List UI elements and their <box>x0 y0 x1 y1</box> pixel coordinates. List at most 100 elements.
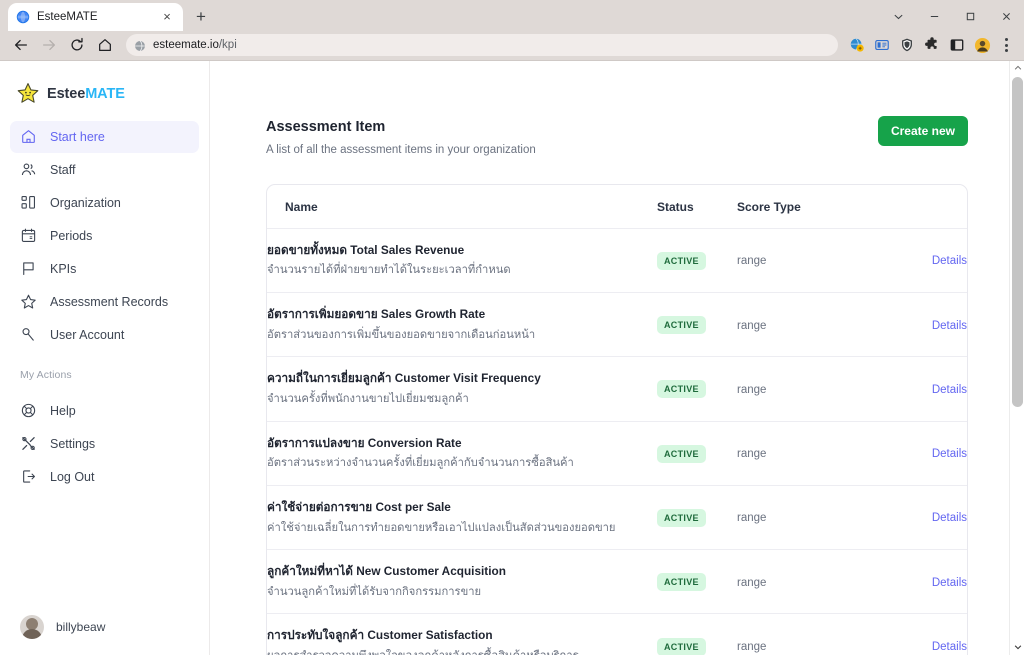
url-path: /kpi <box>218 39 237 52</box>
profile-avatar-icon[interactable] <box>971 34 993 56</box>
tools-icon <box>20 435 37 452</box>
cell-status: ACTIVE <box>657 614 737 655</box>
page-scrollbar[interactable] <box>1009 60 1024 655</box>
score-type-value: range <box>737 383 767 396</box>
forward-arrow-icon[interactable] <box>36 32 62 58</box>
home-icon[interactable] <box>92 32 118 58</box>
kebab-menu-icon[interactable] <box>996 34 1016 56</box>
sidebar-item-user-account[interactable]: User Account <box>10 319 199 351</box>
page-title: Assessment Item <box>266 118 386 135</box>
cell-status: ACTIVE <box>657 549 737 615</box>
cell-status: ACTIVE <box>657 421 737 486</box>
details-link[interactable]: Details <box>932 320 967 332</box>
browser-tab[interactable]: EsteeMATE × <box>8 2 183 31</box>
avatar <box>20 614 44 639</box>
status-badge: ACTIVE <box>657 316 706 335</box>
scrollbar-thumb[interactable] <box>1012 76 1023 407</box>
table-head: Name Status Score Type <box>267 184 967 229</box>
cell-actions: Details <box>857 485 967 551</box>
close-icon[interactable] <box>988 0 1024 32</box>
flag-icon <box>20 260 37 277</box>
column-header-status: Status <box>657 184 737 229</box>
sidebar-user[interactable]: billybeaw <box>0 611 209 655</box>
tab-close-icon[interactable]: × <box>159 9 175 25</box>
cell-actions: Details <box>857 356 967 422</box>
chevron-down-icon[interactable] <box>880 0 916 32</box>
back-arrow-icon[interactable] <box>8 32 34 58</box>
sidebar-item-help[interactable]: Help <box>10 395 199 427</box>
sidebar-item-organization[interactable]: Organization <box>10 187 199 219</box>
sidebar-item-start-here[interactable]: Start here <box>10 120 199 153</box>
item-description: จำนวนลูกค้าใหม่ที่ได้รับจากกิจกรรมการขาย <box>267 585 482 598</box>
puzzle-extension-icon[interactable] <box>921 34 943 56</box>
url-host: esteemate.io <box>153 39 219 52</box>
table-row[interactable]: อัตราการเพิ่มยอดขาย Sales Growth Rate อั… <box>267 292 967 358</box>
cell-name: ค่าใช้จ่ายต่อการขาย Cost per Sale ค่าใช้… <box>267 485 657 551</box>
table-row[interactable]: ค่าใช้จ่ายต่อการขาย Cost per Sale ค่าใช้… <box>267 485 967 551</box>
status-badge: ACTIVE <box>657 573 706 592</box>
calendar-icon <box>20 227 37 244</box>
details-link[interactable]: Details <box>932 577 967 589</box>
score-type-value: range <box>737 319 767 332</box>
brand-logo[interactable]: EsteeMATE <box>0 61 209 113</box>
cell-actions: Details <box>857 421 967 486</box>
column-header-actions <box>857 184 967 229</box>
details-link[interactable]: Details <box>932 384 967 396</box>
create-new-button[interactable]: Create new <box>877 115 968 146</box>
shield-icon[interactable] <box>896 34 918 56</box>
window-controls <box>880 0 1024 32</box>
reload-icon[interactable] <box>64 32 90 58</box>
sidebar-item-staff[interactable]: Staff <box>10 154 199 186</box>
details-link[interactable]: Details <box>932 512 967 524</box>
globe-icon <box>134 39 146 52</box>
table-row[interactable]: ลูกค้าใหม่ที่หาได้ New Customer Acquisit… <box>267 549 967 615</box>
item-title: อัตราการแปลงขาย Conversion Rate <box>267 435 462 450</box>
sidebar-item-periods[interactable]: Periods <box>10 220 199 252</box>
side-panel-icon[interactable] <box>946 34 968 56</box>
sidebar-item-kpis[interactable]: KPIs <box>10 253 199 285</box>
details-link[interactable]: Details <box>932 448 967 460</box>
table-row[interactable]: ยอดขายทั้งหมด Total Sales Revenue จำนวนร… <box>267 228 967 293</box>
cell-score-type: range <box>737 421 857 486</box>
table-row[interactable]: การประทับใจลูกค้า Customer Satisfaction … <box>267 614 967 655</box>
maximize-icon[interactable] <box>952 0 988 32</box>
translate-icon[interactable] <box>846 34 868 56</box>
table-header-row: Name Status Score Type <box>267 184 967 229</box>
details-link[interactable]: Details <box>932 255 967 267</box>
column-header-score-type: Score Type <box>737 184 857 229</box>
scroll-down-arrow-icon[interactable] <box>1010 640 1024 655</box>
status-badge: ACTIVE <box>657 508 706 527</box>
cell-status: ACTIVE <box>657 485 737 551</box>
item-description: ค่าใช้จ่ายเฉลี่ยในการทำยอดขายหรือเอาไปแป… <box>267 521 616 534</box>
table-row[interactable]: อัตราการแปลงขาย Conversion Rate อัตราส่ว… <box>267 421 967 486</box>
username-label: billybeaw <box>56 619 106 634</box>
sidebar-item-log-out[interactable]: Log Out <box>10 461 199 493</box>
reading-mode-icon[interactable] <box>871 34 893 56</box>
sidebar-item-label: Periods <box>50 228 93 243</box>
sidebar-item-label: KPIs <box>50 261 77 276</box>
extension-icons <box>846 34 1016 56</box>
app-sidebar: EsteeMATE Start here Staff Organization … <box>0 60 210 655</box>
score-type-value: range <box>737 512 767 525</box>
new-tab-button[interactable]: + <box>187 3 215 31</box>
item-description: ผลการสำรวจความพึงพอใจของลูกค้าหลังการซื้… <box>267 649 657 655</box>
address-bar[interactable]: esteemate.io/kpi <box>126 34 838 57</box>
table-row[interactable]: ความถี่ในการเยี่ยมลูกค้า Customer Visit … <box>267 356 967 422</box>
sidebar-item-label: Assessment Records <box>50 294 169 309</box>
cell-actions: Details <box>857 614 967 655</box>
assessment-items-table: Name Status Score Type ยอดขายทั้งหมด Tot… <box>267 184 967 655</box>
scroll-up-arrow-icon[interactable] <box>1010 61 1024 76</box>
minimize-icon[interactable] <box>916 0 952 32</box>
score-type-value: range <box>737 448 767 461</box>
logout-icon <box>20 468 37 485</box>
key-icon <box>20 326 37 343</box>
page-header-text: Assessment Item A list of all the assess… <box>266 119 878 156</box>
sidebar-item-settings[interactable]: Settings <box>10 428 199 460</box>
cell-status: ACTIVE <box>657 292 737 358</box>
item-title: ค่าใช้จ่ายต่อการขาย Cost per Sale <box>267 499 451 514</box>
details-link[interactable]: Details <box>932 641 967 653</box>
sidebar-nav: Start here Staff Organization Periods KP… <box>0 113 209 351</box>
sidebar-actions: Help Settings Log Out <box>0 387 209 493</box>
sidebar-item-assessment-records[interactable]: Assessment Records <box>10 286 199 318</box>
cell-actions: Details <box>857 228 967 293</box>
